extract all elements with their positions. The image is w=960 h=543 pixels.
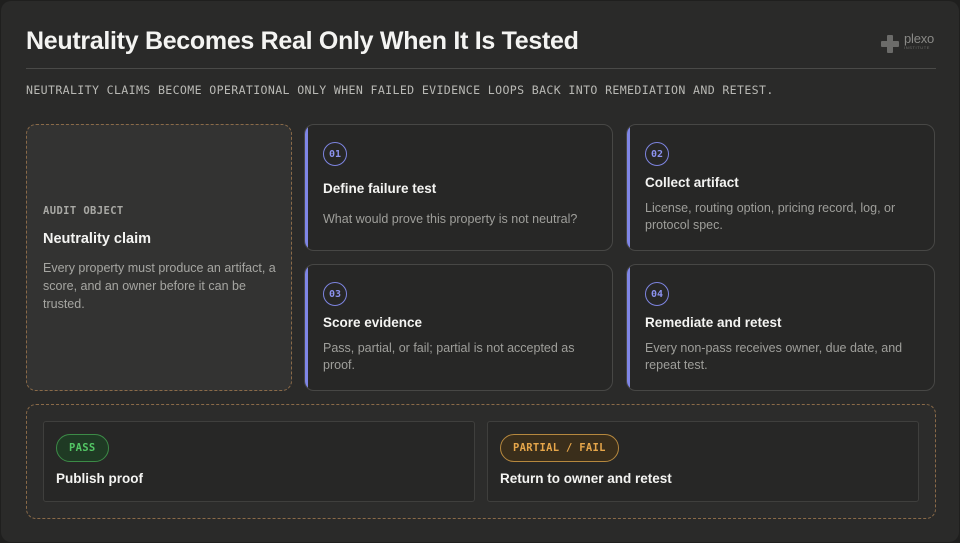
step-title: Define failure test — [323, 181, 437, 196]
step-body: Every non-pass receives owner, due date,… — [645, 341, 903, 372]
header-divider — [26, 68, 936, 69]
slide: Neutrality Becomes Real Only When It Is … — [1, 1, 959, 542]
step-number-badge: 02 — [645, 142, 669, 166]
outcome-partial-fail: PARTIAL / FAIL Return to owner and retes… — [487, 421, 919, 502]
step-body: Pass, partial, or fail; partial is not a… — [323, 341, 575, 372]
step-card-4: 04 Remediate and retest Every non-pass r… — [626, 264, 935, 391]
audit-object-eyebrow: AUDIT OBJECT — [43, 205, 124, 217]
logo: plexo INSTITUTE — [881, 29, 934, 53]
outcome-title: Return to owner and retest — [500, 471, 672, 486]
outcomes-panel: PASS Publish proof PARTIAL / FAIL Return… — [26, 404, 936, 519]
step-number-badge: 03 — [323, 282, 347, 306]
step-title: Remediate and retest — [645, 315, 782, 330]
page-title: Neutrality Becomes Real Only When It Is … — [26, 27, 579, 55]
pass-badge: PASS — [56, 434, 109, 462]
audit-object-body: Every property must produce an artifact,… — [43, 261, 276, 311]
logo-subtitle: INSTITUTE — [904, 45, 931, 50]
step-card-1: 01 Define failure test What would prove … — [304, 124, 613, 251]
page-subtitle: NEUTRALITY CLAIMS BECOME OPERATIONAL ONL… — [26, 83, 774, 97]
audit-object-title: Neutrality claim — [43, 231, 151, 247]
step-number-badge: 01 — [323, 142, 347, 166]
outcome-pass: PASS Publish proof — [43, 421, 475, 502]
step-number-badge: 04 — [645, 282, 669, 306]
outcome-title: Publish proof — [56, 471, 143, 486]
step-body: License, routing option, pricing record,… — [645, 201, 896, 232]
partial-fail-badge: PARTIAL / FAIL — [500, 434, 619, 462]
plus-logo-icon — [881, 35, 899, 53]
logo-name: plexo — [904, 31, 935, 46]
audit-object-panel: AUDIT OBJECT Neutrality claim Every prop… — [26, 124, 292, 391]
step-card-2: 02 Collect artifact License, routing opt… — [626, 124, 935, 251]
step-card-3: 03 Score evidence Pass, partial, or fail… — [304, 264, 613, 391]
step-title: Collect artifact — [645, 175, 739, 190]
step-body: What would prove this property is not ne… — [323, 212, 578, 226]
step-title: Score evidence — [323, 315, 423, 330]
